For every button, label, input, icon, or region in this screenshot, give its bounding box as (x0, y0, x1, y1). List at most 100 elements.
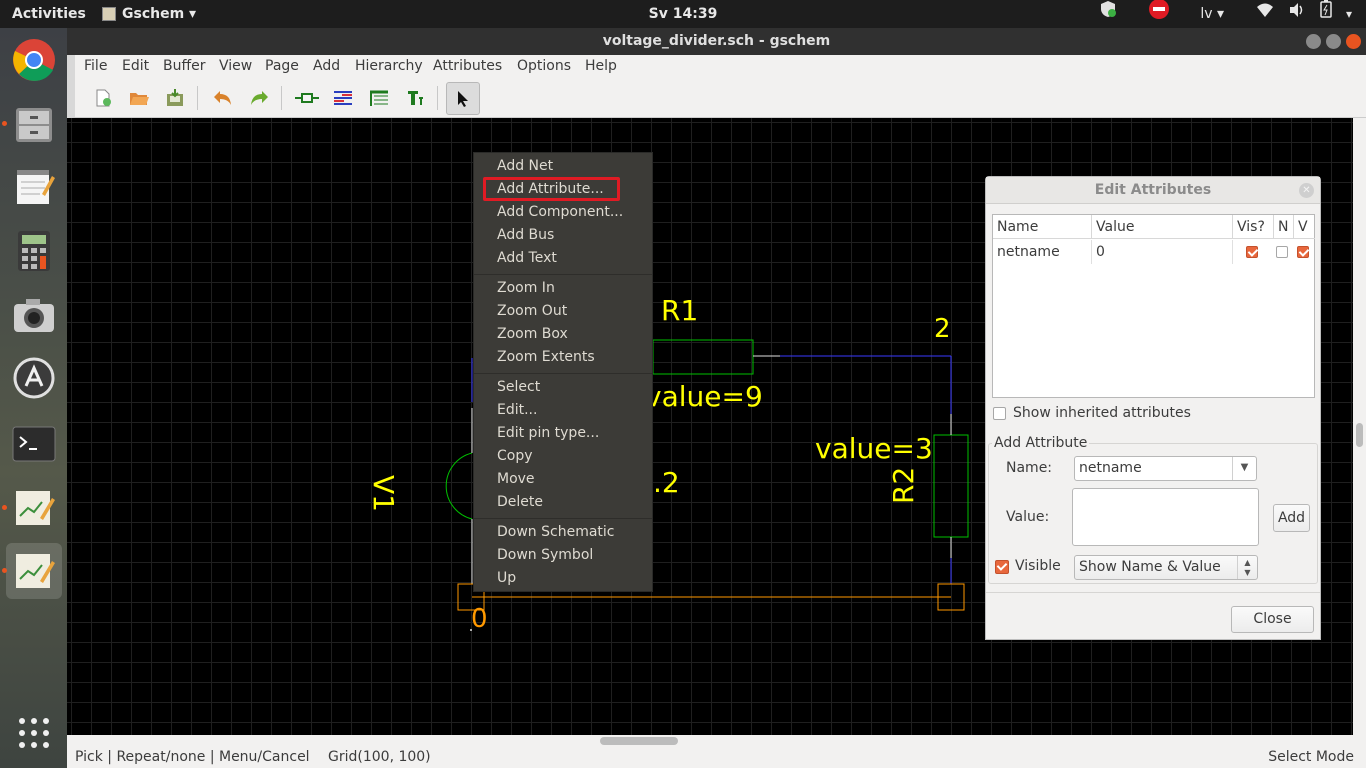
v1-refdes[interactable]: V1 (367, 475, 400, 512)
menu-item-down-symbol[interactable]: Down Symbol (497, 547, 593, 563)
save-file-icon[interactable] (162, 85, 188, 111)
add-bus-icon[interactable] (366, 85, 392, 111)
volume-icon[interactable] (1288, 0, 1306, 28)
new-file-icon[interactable] (90, 85, 116, 111)
menu-item-zoom-extents[interactable]: Zoom Extents (497, 349, 595, 365)
gschem-launcher[interactable] (6, 480, 62, 536)
menu-item-add-bus[interactable]: Add Bus (497, 227, 554, 243)
maximize-button[interactable] (1326, 34, 1341, 49)
visible-label[interactable]: Visible (1015, 558, 1061, 574)
chrome-launcher[interactable] (6, 32, 62, 88)
text-editor-launcher[interactable] (6, 158, 62, 214)
v1-value-partial[interactable]: .2 (653, 466, 680, 499)
visible-checkbox[interactable] (995, 560, 1009, 574)
menu-page[interactable]: Page (265, 58, 299, 74)
menu-options[interactable]: Options (517, 58, 571, 74)
show-inherited-checkbox[interactable] (993, 407, 1006, 420)
menu-item-move[interactable]: Move (497, 471, 535, 487)
menu-file[interactable]: File (84, 58, 107, 74)
system-tray: lv ▾ ▾ (1098, 0, 1352, 28)
visibility-select[interactable]: Show Name & Value ▲ ▼ (1074, 555, 1258, 580)
close-button[interactable]: Close (1231, 606, 1314, 633)
column-visible[interactable]: Vis? (1233, 215, 1274, 239)
gschem-launcher-active[interactable] (6, 543, 62, 599)
r2-refdes[interactable]: R2 (887, 467, 920, 504)
dock (0, 28, 67, 768)
calculator-launcher[interactable] (6, 223, 62, 279)
menu-item-edit-pin-type[interactable]: Edit pin type... (497, 425, 599, 441)
attr-name-cell[interactable]: netname (993, 240, 1092, 264)
resistor-r1[interactable] (652, 339, 780, 375)
r2-value[interactable]: value=3 (815, 432, 933, 465)
r1-refdes[interactable]: R1 (661, 294, 698, 327)
column-n[interactable]: N (1274, 215, 1294, 239)
vertical-scroll-thumb[interactable] (1356, 423, 1363, 447)
menu-help[interactable]: Help (585, 58, 617, 74)
net-label-2[interactable]: 2 (934, 314, 951, 344)
activities-button[interactable]: Activities (12, 0, 86, 28)
select-pointer-icon[interactable] (446, 82, 480, 115)
menu-edit[interactable]: Edit (122, 58, 149, 74)
resistor-r2[interactable] (933, 414, 969, 558)
menu-item-add-component[interactable]: Add Component... (497, 204, 623, 220)
menu-item-add-text[interactable]: Add Text (497, 250, 557, 266)
terminal-launcher[interactable] (6, 416, 62, 472)
menu-item-select[interactable]: Select (497, 379, 540, 395)
menu-view[interactable]: View (219, 58, 252, 74)
menu-item-zoom-in[interactable]: Zoom In (497, 280, 555, 296)
software-updater-launcher[interactable] (6, 350, 62, 406)
attr-show-name-checkbox[interactable] (1276, 246, 1288, 258)
attr-visible-checkbox[interactable] (1246, 246, 1258, 258)
dialog-close-icon[interactable]: ✕ (1299, 183, 1314, 198)
close-window-button[interactable] (1346, 34, 1361, 49)
menu-buffer[interactable]: Buffer (163, 58, 206, 74)
column-v[interactable]: V (1294, 215, 1315, 239)
open-file-icon[interactable] (126, 85, 152, 111)
dialog-title[interactable]: Edit Attributes (986, 177, 1320, 204)
column-name[interactable]: Name (993, 215, 1092, 239)
show-inherited-label[interactable]: Show inherited attributes (1013, 405, 1191, 421)
keyboard-layout[interactable]: lv ▾ (1200, 0, 1224, 28)
menu-item-zoom-out[interactable]: Zoom Out (497, 303, 567, 319)
menu-hierarchy[interactable]: Hierarchy (355, 58, 423, 74)
attr-show-value-checkbox[interactable] (1297, 246, 1309, 258)
value-textarea[interactable] (1072, 488, 1259, 546)
menu-item-zoom-box[interactable]: Zoom Box (497, 326, 568, 342)
menu-add[interactable]: Add (313, 58, 340, 74)
attr-value-cell[interactable]: 0 (1092, 240, 1233, 264)
vertical-scrollbar[interactable] (1353, 118, 1366, 735)
menu-item-down-schematic[interactable]: Down Schematic (497, 524, 614, 540)
column-value[interactable]: Value (1092, 215, 1233, 239)
net-label-0[interactable]: 0 (471, 604, 488, 634)
window-titlebar[interactable]: voltage_divider.sch - gschem (67, 28, 1366, 55)
shield-icon[interactable] (1098, 0, 1118, 29)
show-applications-button[interactable] (6, 705, 62, 761)
name-combo[interactable]: netname ▼ (1074, 456, 1257, 481)
add-component-icon[interactable] (294, 85, 320, 111)
horizontal-scrollbar[interactable] (67, 735, 1366, 747)
files-launcher[interactable] (6, 96, 62, 152)
menu-separator (474, 274, 652, 275)
no-entry-icon[interactable] (1148, 0, 1170, 30)
add-net-icon[interactable] (330, 85, 356, 111)
add-text-icon[interactable] (402, 85, 428, 111)
add-button[interactable]: Add (1273, 504, 1310, 532)
minimize-button[interactable] (1306, 34, 1321, 49)
app-menu[interactable]: Gschem ▾ (102, 0, 196, 28)
spin-arrows-icon: ▲ ▼ (1237, 556, 1257, 579)
menu-item-up[interactable]: Up (497, 570, 516, 586)
undo-icon[interactable] (210, 85, 236, 111)
camera-launcher[interactable] (6, 288, 62, 344)
voltage-source-v1[interactable] (445, 408, 473, 584)
menu-item-add-net[interactable]: Add Net (497, 158, 553, 174)
r1-value[interactable]: value=9 (645, 380, 763, 413)
wifi-icon[interactable] (1256, 0, 1274, 28)
system-menu-arrow-icon[interactable]: ▾ (1346, 0, 1352, 28)
menu-attributes[interactable]: Attributes (433, 58, 502, 74)
battery-icon[interactable] (1320, 0, 1332, 28)
menu-item-copy[interactable]: Copy (497, 448, 533, 464)
menu-item-delete[interactable]: Delete (497, 494, 543, 510)
menu-item-edit[interactable]: Edit... (497, 402, 537, 418)
horizontal-scroll-thumb[interactable] (600, 737, 678, 745)
redo-icon[interactable] (246, 85, 272, 111)
